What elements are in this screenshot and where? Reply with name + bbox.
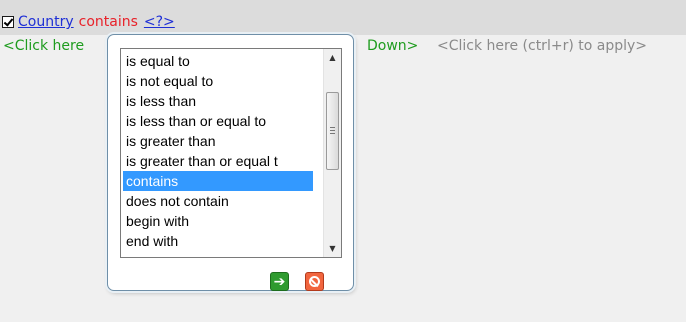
grip-line <box>330 127 335 128</box>
field-link[interactable]: Country <box>18 14 74 30</box>
grip-line <box>330 133 335 134</box>
operator-popup: is equal to is not equal to is less than is… <box>107 34 354 291</box>
filter-enabled-checkbox[interactable] <box>2 16 14 28</box>
operator-option[interactable]: is less than or equal to <box>123 111 313 131</box>
operator-option[interactable]: end with <box>123 231 313 251</box>
add-condition-hint[interactable]: <Click here <box>3 38 84 54</box>
operator-option[interactable]: is equal to <box>123 51 313 71</box>
operator-option[interactable]: contains <box>123 171 313 191</box>
operator-options: is equal to is not equal to is less than is… <box>123 51 313 251</box>
operator-option[interactable]: does not contain <box>123 191 313 211</box>
scroll-up-icon[interactable]: ▲ <box>324 49 341 66</box>
cancel-icon <box>309 276 320 287</box>
scroll-thumb[interactable] <box>326 92 339 170</box>
apply-button[interactable]: ➔ <box>270 272 289 291</box>
add-condition-hint-tail[interactable]: Down> <box>367 38 418 54</box>
filter-condition-row: Country contains <?> <box>2 12 175 32</box>
apply-arrow-icon: ➔ <box>273 273 286 290</box>
cancel-button[interactable] <box>305 272 324 291</box>
operator-option[interactable]: is greater than or equal t <box>123 151 313 171</box>
operator-listbox[interactable]: is equal to is not equal to is less than is… <box>120 48 342 258</box>
operator-option[interactable]: is not equal to <box>123 71 313 91</box>
grip-line <box>330 130 335 131</box>
operator-option[interactable]: begin with <box>123 211 313 231</box>
listbox-scrollbar[interactable]: ▲ ▼ <box>323 49 341 257</box>
operator-option[interactable]: is greater than <box>123 131 313 151</box>
operator-link[interactable]: contains <box>79 14 138 30</box>
value-link[interactable]: <?> <box>144 14 175 30</box>
apply-filter-hint[interactable]: <Click here (ctrl+r) to apply> <box>437 38 647 54</box>
scroll-down-icon[interactable]: ▼ <box>324 240 341 257</box>
operator-option[interactable]: is less than <box>123 91 313 111</box>
